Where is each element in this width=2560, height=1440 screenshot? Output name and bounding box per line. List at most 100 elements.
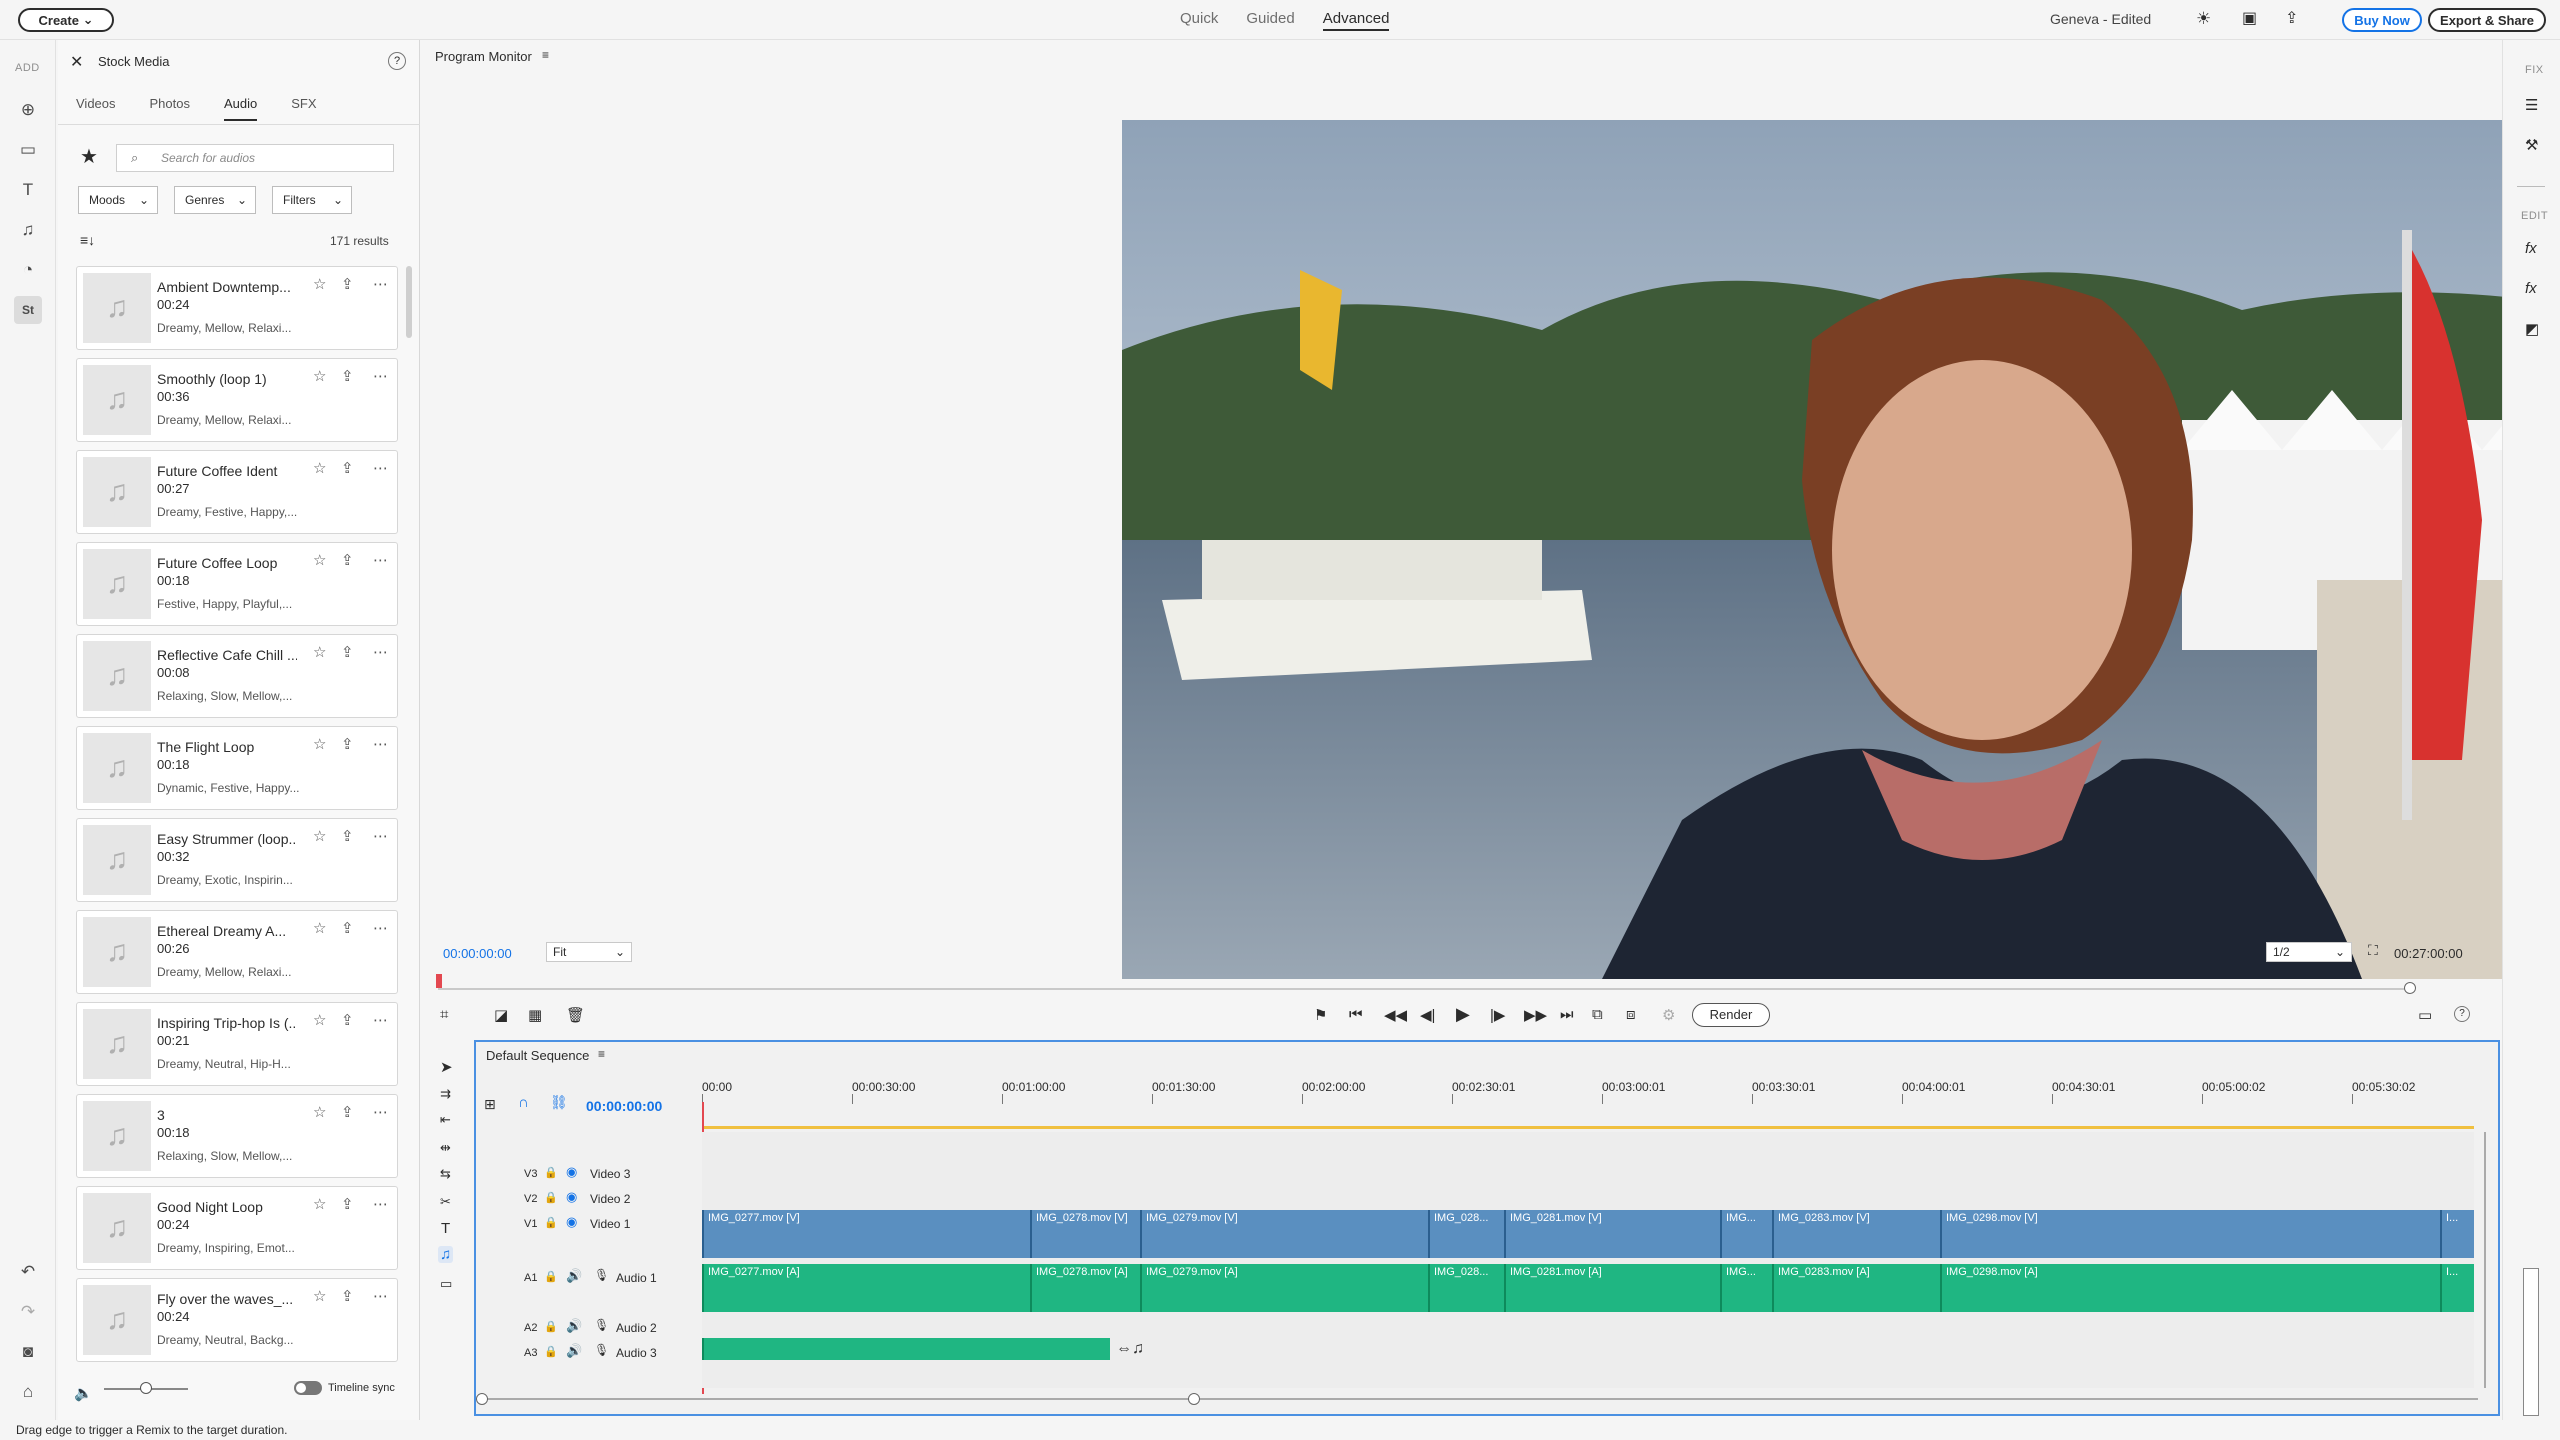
audio-card[interactable]: ♫ Ethereal Dreamy A... 00:26 Dreamy, Mellow… bbox=[76, 910, 398, 994]
favorite-star-icon[interactable]: ☆ bbox=[313, 735, 326, 753]
add-to-timeline-icon[interactable]: ⇪ bbox=[341, 919, 354, 937]
audio-card[interactable]: ♫ Inspiring Trip-hop Is (... 00:21 Dreamy, … bbox=[76, 1002, 398, 1086]
lock-icon[interactable]: 🔒 bbox=[544, 1345, 558, 1358]
timeline-sync-toggle[interactable] bbox=[294, 1381, 322, 1395]
add-to-timeline-icon[interactable]: ⇪ bbox=[341, 735, 354, 753]
razor-icon[interactable]: ✂ bbox=[440, 1194, 451, 1210]
mode-advanced[interactable]: Advanced bbox=[1322, 10, 1390, 31]
buy-now-button[interactable]: Buy Now bbox=[2342, 8, 2422, 32]
favorite-star-icon[interactable]: ☆ bbox=[313, 459, 326, 477]
save-icon[interactable]: ▣ bbox=[2242, 8, 2257, 28]
mic-icon[interactable]: 🎙 bbox=[594, 1318, 609, 1332]
add-to-timeline-icon[interactable]: ⇪ bbox=[341, 1011, 354, 1029]
speaker-icon[interactable]: 🔊 bbox=[566, 1343, 582, 1359]
lock-icon[interactable]: 🔒 bbox=[544, 1270, 558, 1283]
remix-tool-icon[interactable]: ♫ bbox=[438, 1246, 454, 1263]
eye-icon[interactable]: ◉ bbox=[566, 1164, 577, 1180]
scrollbar-thumb[interactable] bbox=[406, 266, 412, 338]
export-frame-icon[interactable]: ◪ bbox=[494, 1006, 508, 1024]
timeline-tools-icon[interactable]: ⊞ bbox=[484, 1096, 496, 1113]
add-to-timeline-icon[interactable]: ⇪ bbox=[341, 551, 354, 569]
media-bin-icon[interactable]: ▭ bbox=[14, 136, 42, 164]
audio-clip[interactable]: IMG_0283.mov [A] bbox=[1772, 1264, 1940, 1312]
close-icon[interactable]: ✕ bbox=[70, 52, 83, 72]
favorite-star-icon[interactable]: ☆ bbox=[313, 827, 326, 845]
add-to-timeline-icon[interactable]: ⇪ bbox=[341, 1195, 354, 1213]
favorite-star-icon[interactable]: ☆ bbox=[313, 919, 326, 937]
audio-3-clip[interactable] bbox=[702, 1338, 1110, 1360]
video-clip[interactable]: IMG_0279.mov [V] bbox=[1140, 1210, 1428, 1258]
v-scrollbar[interactable] bbox=[2484, 1132, 2486, 1388]
search-input[interactable]: ⌕ Search for audios bbox=[116, 144, 394, 172]
linked-selection-icon[interactable]: ⛓ bbox=[550, 1094, 568, 1111]
video-clip[interactable]: I... bbox=[2440, 1210, 2474, 1258]
stock-icon[interactable]: St bbox=[14, 296, 42, 324]
undo-icon[interactable]: ↶ bbox=[14, 1258, 42, 1286]
video-clip[interactable]: IMG_0281.mov [V] bbox=[1504, 1210, 1720, 1258]
more-icon[interactable]: ⋯ bbox=[373, 1287, 388, 1305]
color-icon[interactable]: ◩ bbox=[2525, 320, 2539, 338]
track-select-icon[interactable]: ⇉ bbox=[440, 1086, 451, 1102]
video-clip[interactable]: IMG_0283.mov [V] bbox=[1772, 1210, 1940, 1258]
genres-dropdown[interactable]: Genres ⌄ bbox=[174, 186, 256, 214]
playhead-marker[interactable] bbox=[436, 974, 442, 988]
audio-card[interactable]: ♫ Future Coffee Loop 00:18 Festive, Happy, … bbox=[76, 542, 398, 626]
brightness-icon[interactable]: ☀ bbox=[2196, 9, 2211, 29]
mode-quick[interactable]: Quick bbox=[1180, 10, 1218, 31]
eye-icon[interactable]: ◉ bbox=[566, 1189, 577, 1205]
video-clip[interactable]: IMG_0278.mov [V] bbox=[1030, 1210, 1140, 1258]
help-icon[interactable]: ? bbox=[388, 52, 406, 70]
add-to-timeline-icon[interactable]: ⇪ bbox=[341, 1103, 354, 1121]
panel-menu-icon[interactable]: ≡ bbox=[542, 48, 549, 62]
step-back-icon[interactable]: ◀◀ bbox=[1384, 1006, 1407, 1024]
audio-card[interactable]: ♫ Smoothly (loop 1) 00:36 Dreamy, Mellow, R… bbox=[76, 358, 398, 442]
tab-audio[interactable]: Audio bbox=[224, 96, 258, 121]
go-to-start-icon[interactable]: ⏮ bbox=[1349, 1006, 1363, 1023]
favorites-star-icon[interactable]: ★ bbox=[80, 144, 98, 169]
fit-dropdown[interactable]: Fit ⌄ bbox=[546, 942, 632, 962]
add-to-timeline-icon[interactable]: ⇪ bbox=[341, 827, 354, 845]
settings-icon[interactable]: ⚙ bbox=[1662, 1006, 1675, 1024]
video-clip[interactable]: IMG_0277.mov [V] bbox=[702, 1210, 1030, 1258]
render-button[interactable]: Render bbox=[1692, 1003, 1770, 1027]
audio-card[interactable]: ♫ Reflective Cafe Chill ... 00:08 Relaxing,… bbox=[76, 634, 398, 718]
add-to-timeline-icon[interactable]: ⇪ bbox=[341, 275, 354, 293]
audio-clip[interactable]: IMG_0298.mov [A] bbox=[1940, 1264, 2440, 1312]
help-icon[interactable]: ? bbox=[2454, 1006, 2470, 1022]
monitor-layout-icon[interactable]: ▭ bbox=[2418, 1006, 2432, 1024]
lock-icon[interactable]: 🔒 bbox=[544, 1166, 558, 1179]
audio-icon[interactable]: ♫ bbox=[14, 216, 42, 244]
work-area-bar[interactable] bbox=[702, 1126, 2474, 1129]
tab-sfx[interactable]: SFX bbox=[291, 96, 316, 121]
lock-icon[interactable]: 🔒 bbox=[544, 1320, 558, 1333]
step-forward-icon[interactable]: ▶▶ bbox=[1524, 1006, 1547, 1024]
add-media-icon[interactable]: ⊕ bbox=[14, 96, 42, 124]
effects-icon[interactable]: fx bbox=[2525, 240, 2537, 257]
go-to-end-icon[interactable]: ⏭ bbox=[1560, 1006, 1574, 1023]
favorite-star-icon[interactable]: ☆ bbox=[313, 1011, 326, 1029]
audio-card[interactable]: ♫ Good Night Loop 00:24 Dreamy, Inspiring, … bbox=[76, 1186, 398, 1270]
moods-dropdown[interactable]: Moods ⌄ bbox=[78, 186, 158, 214]
redo-icon[interactable]: ↷ bbox=[14, 1298, 42, 1326]
crop-icon[interactable]: ⌗ bbox=[440, 1006, 448, 1023]
home-icon[interactable]: ⌂ bbox=[14, 1378, 42, 1406]
snap-icon[interactable]: ∩ bbox=[518, 1094, 529, 1111]
audio-card[interactable]: ♫ Future Coffee Ident 00:27 Dreamy, Festive… bbox=[76, 450, 398, 534]
audio-card[interactable]: ♫ The Flight Loop 00:18 Dynamic, Festive, H… bbox=[76, 726, 398, 810]
favorite-star-icon[interactable]: ☆ bbox=[313, 1287, 326, 1305]
favorite-star-icon[interactable]: ☆ bbox=[313, 367, 326, 385]
audio-card[interactable]: ♫ Ambient Downtemp... 00:24 Dreamy, Mellow,… bbox=[76, 266, 398, 350]
ripple-edit-icon[interactable]: ⇤ bbox=[440, 1112, 451, 1128]
more-icon[interactable]: ⋯ bbox=[373, 459, 388, 477]
audio-card[interactable]: ♫ Easy Strummer (loop... 00:32 Dreamy, Exot… bbox=[76, 818, 398, 902]
mic-icon[interactable]: 🎙 bbox=[594, 1268, 609, 1282]
frame-tool-icon[interactable]: ▭ bbox=[440, 1276, 452, 1292]
play-icon[interactable]: ▶ bbox=[1456, 1004, 1470, 1025]
more-icon[interactable]: ⋯ bbox=[373, 735, 388, 753]
adjustments-icon[interactable]: ☰ bbox=[2525, 96, 2538, 114]
lock-icon[interactable]: 🔒 bbox=[544, 1191, 558, 1204]
time-ruler[interactable]: 00:00 00:00:30:00 00:01:00:00 00:01:30:00 00… bbox=[702, 1078, 2513, 1112]
timeline-timecode[interactable]: 00:00:00:00 bbox=[586, 1098, 662, 1114]
share-icon[interactable]: ⇪ bbox=[2285, 8, 2298, 28]
marker-icon[interactable]: ⚑ bbox=[1314, 1006, 1327, 1024]
